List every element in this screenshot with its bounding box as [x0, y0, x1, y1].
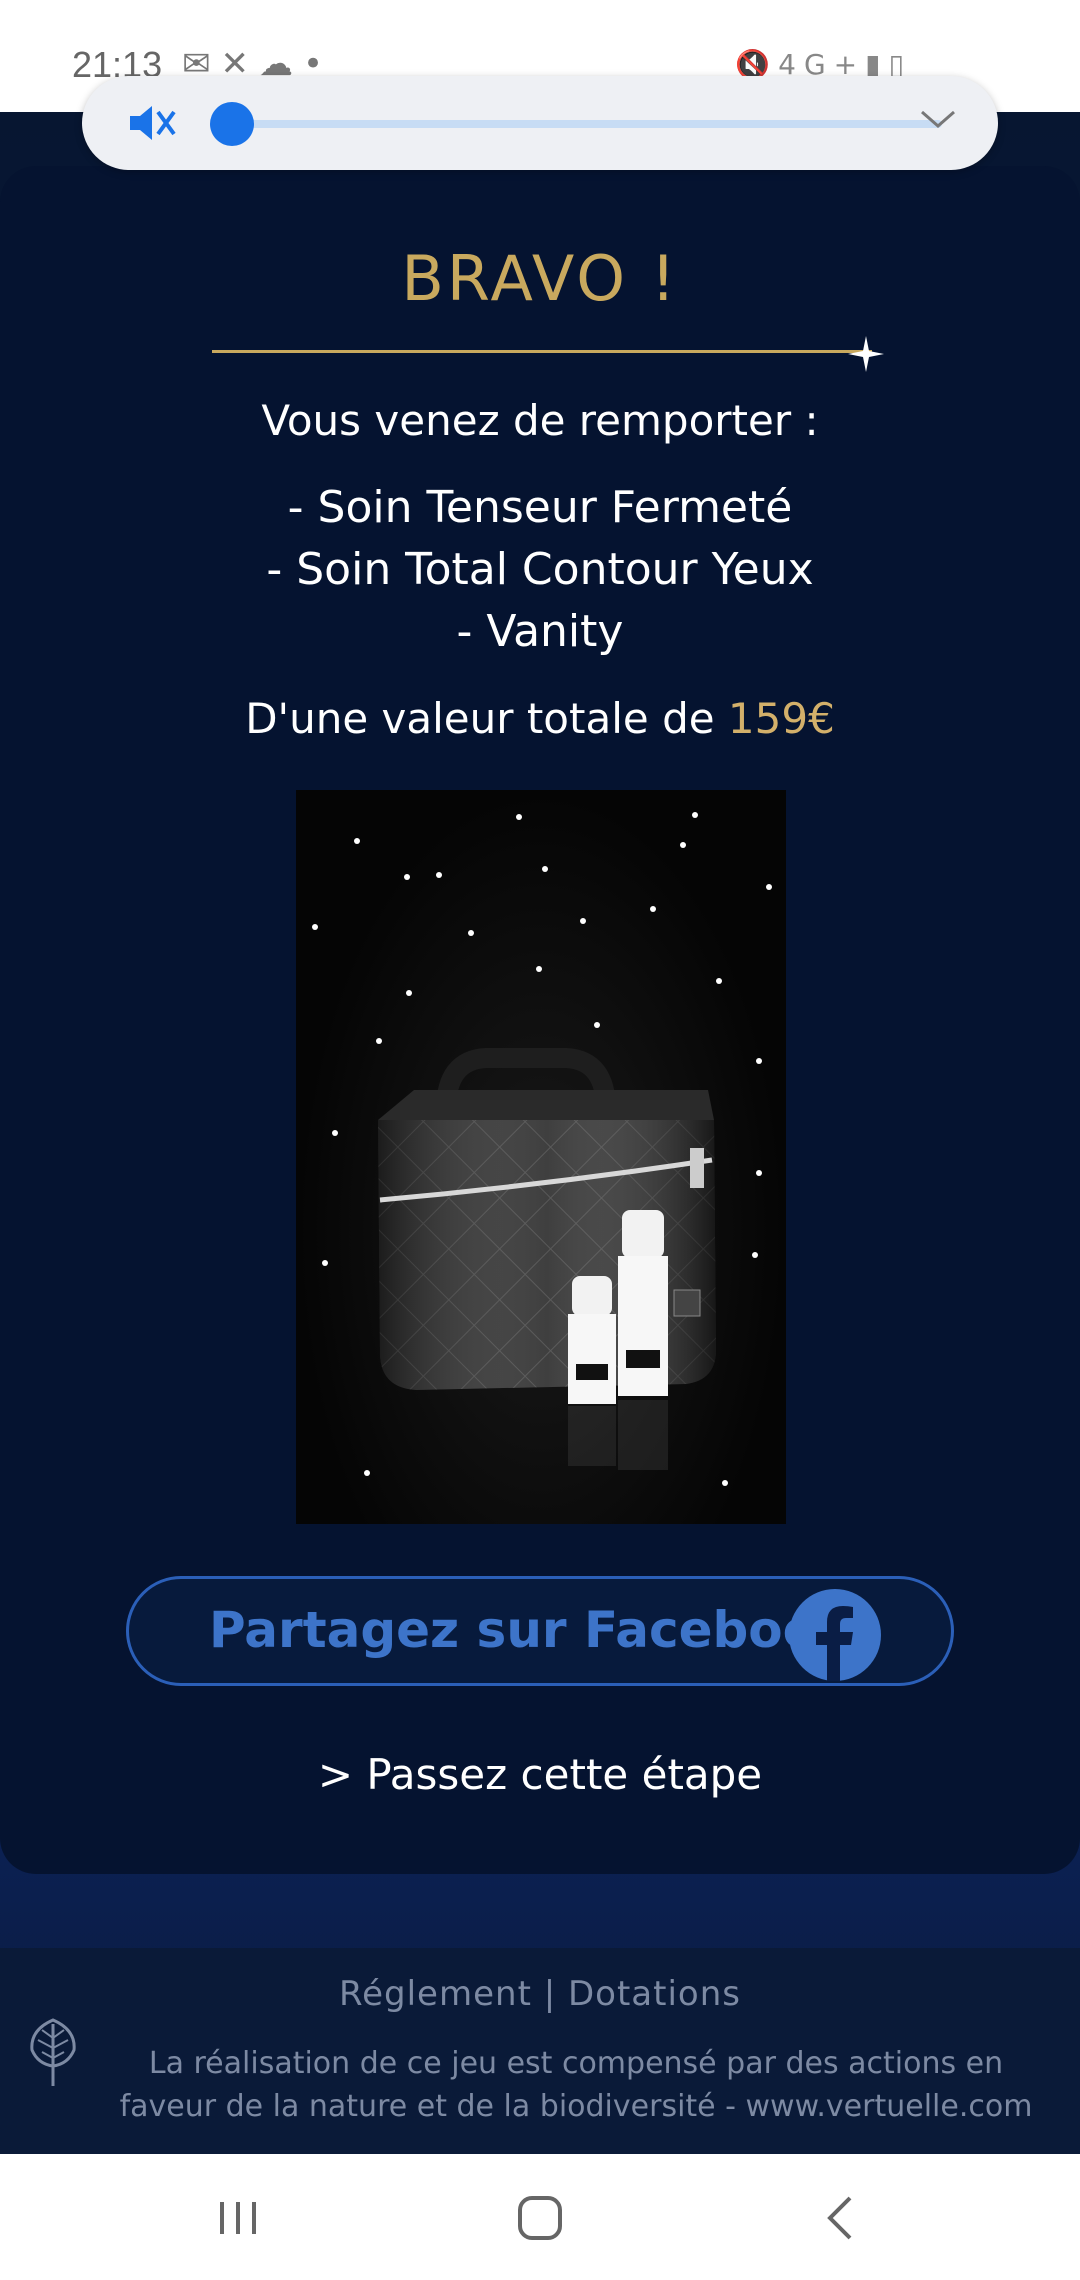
footer-disclaimer: La réalisation de ce jeu est compensé pa… — [119, 2046, 1033, 2124]
recent-apps-icon[interactable] — [208, 2190, 268, 2246]
skip-step-link[interactable]: > Passez cette étape — [0, 1750, 1080, 1799]
tree-icon — [30, 2018, 76, 2086]
share-facebook-button[interactable]: Partagez sur Facebook — [126, 1576, 954, 1686]
footer-links[interactable]: Réglement | Dotations — [0, 1974, 1080, 2014]
title-divider — [212, 350, 872, 353]
win-subtitle: Vous venez de remporter : — [261, 396, 819, 445]
vanity-case-image — [378, 1048, 716, 1470]
chevron-down-icon[interactable] — [918, 104, 958, 134]
system-nav-bar — [0, 2154, 1080, 2280]
prize-item: - Soin Tenseur Fermeté — [287, 482, 793, 533]
back-icon[interactable] — [812, 2190, 872, 2246]
volume-muted-icon[interactable] — [126, 98, 180, 148]
total-value-line: D'une valeur totale de 159€ — [0, 694, 1080, 743]
facebook-icon — [789, 1589, 881, 1681]
page-title: BRAVO ! — [401, 242, 679, 315]
sparkle-icon — [848, 336, 884, 372]
home-icon[interactable] — [510, 2190, 570, 2246]
volume-slider-handle[interactable] — [210, 102, 254, 146]
share-facebook-label: Partagez sur Facebook — [209, 1601, 851, 1659]
volume-panel — [82, 76, 998, 170]
product-image — [296, 790, 786, 1524]
prize-item: - Vanity — [456, 606, 624, 657]
total-value-label: D'une valeur totale de — [245, 694, 728, 743]
volume-slider-track[interactable] — [232, 120, 942, 128]
prize-item: - Soin Total Contour Yeux — [266, 544, 814, 595]
total-value-amount: 159€ — [727, 694, 835, 743]
